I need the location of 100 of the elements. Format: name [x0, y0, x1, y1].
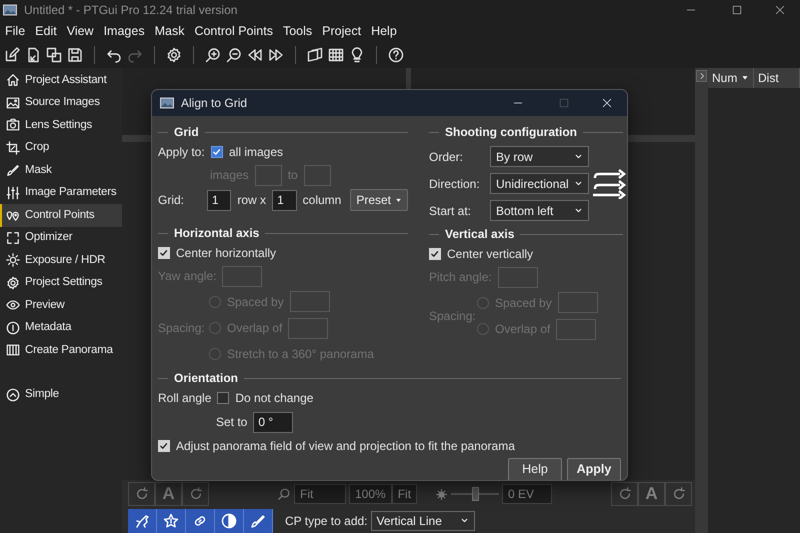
rotate-left-button[interactable] — [611, 482, 638, 506]
panorama-icon — [6, 343, 20, 358]
lightbulb-icon[interactable] — [349, 47, 365, 63]
sidebar-item[interactable]: Project Settings — [0, 272, 122, 294]
rotate-right-button[interactable] — [665, 482, 692, 506]
zoom-fit-button[interactable]: Fit — [392, 484, 418, 504]
rewind-icon[interactable] — [247, 47, 263, 63]
brightness-icon — [435, 488, 448, 502]
menu-item[interactable]: Control Points — [189, 20, 278, 42]
exposure-field[interactable]: 0 EV — [502, 484, 552, 504]
input-field[interactable]: 0 ° — [253, 412, 294, 432]
menu-item[interactable]: Mask — [150, 20, 190, 42]
menu-item[interactable]: Tools — [278, 20, 318, 42]
zoom-field[interactable]: Fit — [294, 484, 346, 504]
zoom-percent-button[interactable]: 100% — [349, 484, 392, 504]
window-title: Untitled * - PTGui Pro 12.24 trial version — [24, 2, 238, 19]
grid-icon[interactable] — [328, 47, 344, 63]
menu-item[interactable]: View — [62, 20, 99, 42]
save-icon[interactable] — [67, 47, 83, 63]
edit-icon[interactable] — [4, 47, 20, 63]
rotate-icon — [618, 487, 632, 501]
roll-angle-label: Roll angle — [158, 390, 212, 407]
input-field[interactable] — [558, 292, 598, 313]
brush-icon — [250, 512, 266, 528]
caret-icon — [460, 516, 468, 525]
image-icon — [6, 96, 20, 110]
field-label: Start at: — [429, 202, 472, 220]
check-icon — [159, 441, 169, 451]
rotate-icon — [188, 487, 202, 501]
checkbox-label: Center horizontally — [176, 245, 276, 262]
exposure-slider[interactable] — [451, 487, 500, 501]
tool-button[interactable] — [215, 508, 244, 532]
section-heading: Orientation — [158, 369, 621, 387]
sun-icon — [6, 253, 20, 268]
zoom-in-icon[interactable] — [205, 47, 221, 63]
sidebar-item[interactable]: Preview — [0, 294, 122, 316]
input-field[interactable]: 1 — [272, 190, 297, 210]
menu-item[interactable]: Images — [98, 20, 150, 42]
apply-button[interactable]: Apply — [567, 458, 621, 480]
home-icon — [6, 73, 20, 88]
tool-button[interactable] — [186, 508, 215, 532]
column-header[interactable]: Dist — [754, 68, 800, 88]
expand-button[interactable] — [696, 70, 707, 82]
sidebar-item[interactable]: Image Parameters — [0, 182, 122, 204]
sidebar-item[interactable]: Mask — [0, 159, 122, 182]
all-images-checkbox[interactable] — [211, 146, 223, 158]
slider-thumb[interactable] — [472, 487, 479, 501]
adjust-checkbox[interactable] — [158, 440, 170, 452]
contrast-icon — [221, 512, 237, 528]
panorama-icon[interactable] — [307, 47, 323, 63]
set-to-label: Set to — [216, 414, 248, 431]
menu-item[interactable]: Edit — [30, 20, 62, 42]
preset-button[interactable]: Preset — [350, 189, 408, 211]
input-field[interactable] — [288, 318, 328, 338]
section-heading: Vertical axis — [429, 225, 623, 243]
dropdown[interactable]: Unidirectional — [490, 173, 589, 194]
caret-icon — [574, 152, 583, 161]
grid-label: Grid: — [158, 192, 186, 209]
caret-icon — [574, 179, 583, 188]
sidebar-item[interactable]: Source Images — [0, 92, 122, 114]
cp-type-dropdown[interactable]: Vertical Line — [370, 510, 474, 530]
sidebar-item[interactable]: Create Panorama — [0, 339, 122, 362]
rotate-left-button[interactable] — [128, 482, 155, 506]
brush-icon — [6, 163, 20, 178]
maximize-icon[interactable] — [731, 4, 743, 16]
close-icon[interactable] — [774, 4, 786, 16]
help-icon[interactable] — [388, 47, 404, 63]
mode-toggle[interactable]: Simple — [0, 384, 122, 406]
sidebar-item[interactable]: Metadata — [0, 316, 122, 339]
input-field[interactable] — [556, 318, 596, 340]
sidebar-item[interactable]: Exposure / HDR — [0, 249, 122, 272]
do-not-change-checkbox[interactable] — [217, 392, 230, 404]
input-field[interactable]: 1 — [206, 190, 232, 210]
menu-item[interactable]: Help — [366, 20, 402, 42]
column-label: column — [302, 192, 342, 209]
copy-icon[interactable] — [46, 47, 62, 63]
sidebar-item[interactable]: Control Points — [0, 204, 122, 226]
tool-button[interactable] — [244, 508, 273, 532]
help-button[interactable]: Help — [508, 458, 562, 480]
field-label: Order: — [429, 148, 464, 166]
sidebar-item[interactable]: Crop — [0, 136, 122, 159]
tool-button[interactable] — [157, 508, 186, 532]
cp-type-label: CP type to add: — [285, 512, 368, 530]
zoom-icon — [277, 487, 291, 501]
sidebar-item[interactable]: Project Assistant — [0, 69, 122, 92]
dropdown[interactable]: Bottom left — [490, 200, 589, 221]
menu-item[interactable]: File — [0, 20, 30, 42]
sidebar-item[interactable]: Optimizer — [0, 226, 122, 249]
input-field[interactable] — [290, 291, 330, 312]
zoom-out-icon[interactable] — [226, 47, 242, 63]
input-field[interactable] — [304, 164, 331, 186]
checkbox-label: all images — [229, 144, 284, 161]
menu-item[interactable]: Project — [317, 20, 366, 42]
settings-icon[interactable] — [166, 47, 182, 63]
column-header[interactable]: Num — [708, 68, 754, 88]
tool-button[interactable] — [128, 508, 157, 532]
fast-forward-icon[interactable] — [268, 47, 284, 63]
rotate-icon — [672, 487, 686, 501]
sidebar-item[interactable]: Lens Settings — [0, 114, 122, 136]
dropdown[interactable]: By row — [490, 146, 589, 167]
